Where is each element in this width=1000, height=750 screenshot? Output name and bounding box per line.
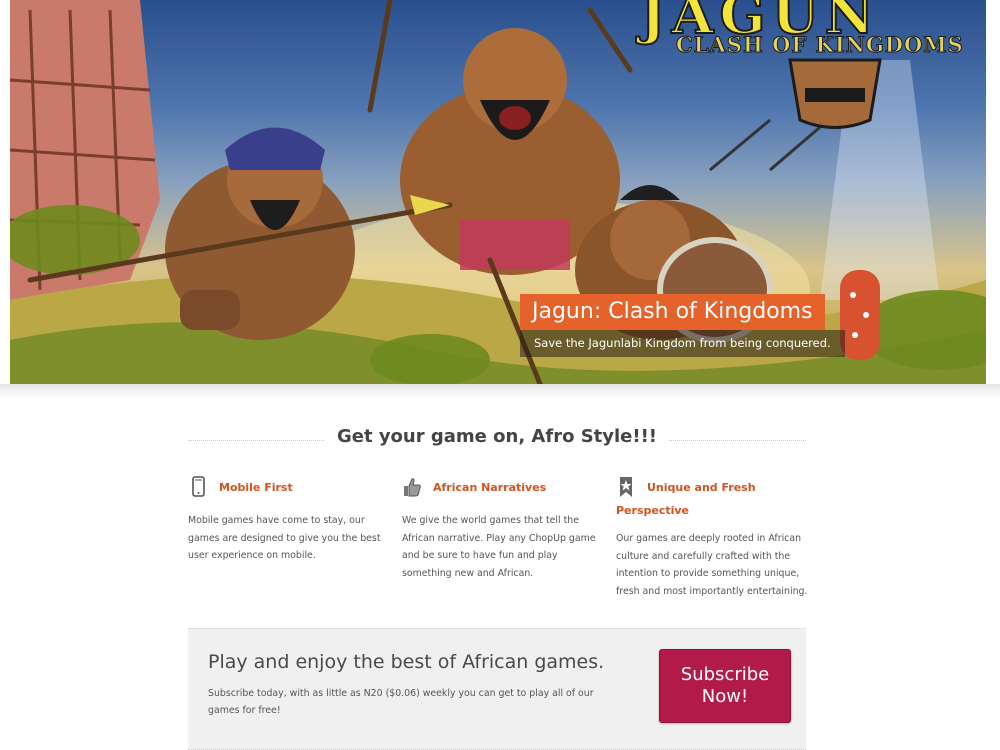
- subscribe-button[interactable]: Subscribe Now!: [659, 649, 791, 723]
- hero-banner[interactable]: JAGUN CLASH OF KINGDOMS Jagun: Clash of …: [10, 0, 986, 384]
- subscribe-button-label: Subscribe Now!: [680, 664, 770, 707]
- game-logo-subtitle: CLASH OF KINGDOMS: [676, 32, 964, 58]
- feature-mobile-first: Mobile First Mobile games have come to s…: [188, 476, 384, 565]
- hero-divider: [0, 384, 1000, 398]
- feature-african-narratives: African Narratives We give the world gam…: [402, 476, 598, 582]
- award-ribbon-icon: [616, 476, 636, 498]
- section-headline: Get your game on, Afro Style!!!: [324, 426, 670, 447]
- feature-title: Unique and Fresh Perspective: [616, 481, 756, 517]
- feature-description: We give the world games that tell the Af…: [402, 515, 596, 579]
- banner-description: Subscribe today, with as little as N20 (…: [208, 688, 594, 716]
- subscribe-banner: Play and enjoy the best of African games…: [188, 628, 806, 750]
- feature-description: Mobile games have come to stay, our game…: [188, 515, 381, 562]
- feature-unique-fresh: Unique and Fresh Perspective Our games a…: [616, 476, 812, 600]
- slide-caption-subtitle: Save the Jagunlabi Kingdom from being co…: [520, 330, 845, 357]
- mobile-phone-icon: [188, 476, 208, 498]
- thumbs-up-icon: [402, 476, 422, 498]
- feature-description: Our games are deeply rooted in African c…: [616, 533, 808, 597]
- feature-title: African Narratives: [433, 481, 547, 494]
- slide-caption-title[interactable]: Jagun: Clash of Kingdoms: [520, 294, 825, 330]
- hero-artwork: [10, 0, 986, 384]
- banner-title: Play and enjoy the best of African games…: [208, 651, 605, 673]
- feature-title: Mobile First: [219, 481, 293, 494]
- features-section: Get your game on, Afro Style!!! Mobile F…: [188, 418, 807, 597]
